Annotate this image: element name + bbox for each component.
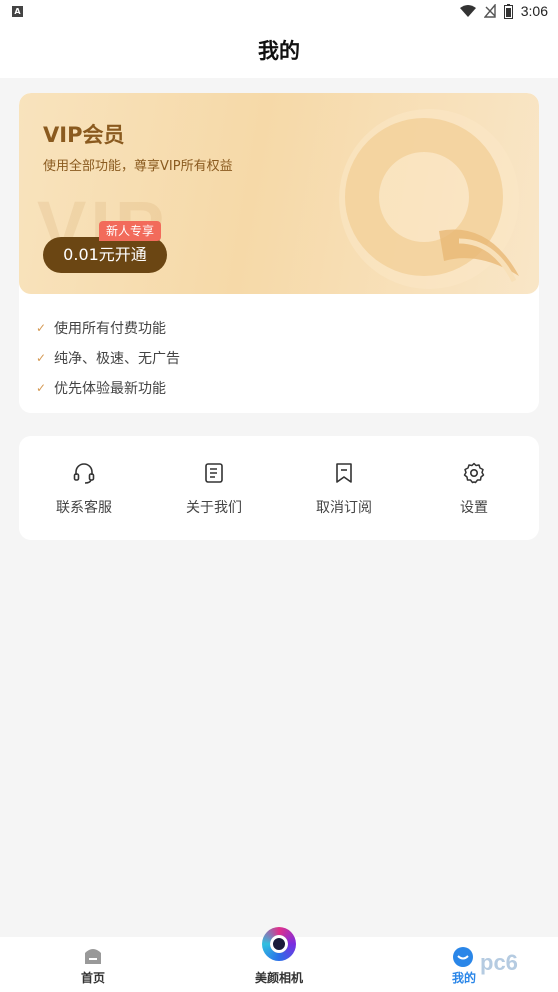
notification-a-icon: A — [12, 6, 23, 17]
vip-card: VIP VIP会员 使用全部功能，尊享VIP所有权益 0.01元开通 新人专享 … — [19, 93, 539, 413]
camera-circle-icon[interactable] — [262, 927, 296, 961]
feature-label: 使用所有付费功能 — [54, 321, 166, 337]
wifi-icon — [459, 5, 476, 17]
signal-off-icon — [483, 4, 496, 18]
check-icon: ✓ — [36, 351, 47, 365]
menu-item-settings[interactable]: 设置 — [409, 436, 539, 540]
status-bar: A 3:06 — [0, 0, 558, 24]
feature-item: ✓ 优先体验最新功能 — [36, 373, 180, 403]
feature-label: 优先体验最新功能 — [54, 381, 166, 397]
battery-icon — [503, 3, 513, 19]
vip-title: VIP会员 — [43, 123, 125, 147]
profile-icon — [453, 947, 473, 967]
headset-icon — [73, 463, 95, 484]
feature-item: ✓ 使用所有付费功能 — [36, 313, 180, 343]
q-logo-decoration — [339, 109, 519, 289]
page-title: 我的 — [258, 39, 300, 63]
menu-label: 联系客服 — [56, 500, 112, 516]
vip-subtitle: 使用全部功能，尊享VIP所有权益 — [43, 159, 233, 174]
vip-open-button[interactable]: 0.01元开通 — [43, 237, 167, 273]
menu-item-cancel-subscription[interactable]: 取消订阅 — [279, 436, 409, 540]
vip-feature-list: ✓ 使用所有付费功能 ✓ 纯净、极速、无广告 ✓ 优先体验最新功能 — [36, 313, 180, 403]
menu-item-contact-service[interactable]: 联系客服 — [19, 436, 149, 540]
watermark-logo: pc6 — [480, 950, 518, 975]
vip-banner[interactable]: VIP VIP会员 使用全部功能，尊享VIP所有权益 0.01元开通 新人专享 — [19, 93, 539, 294]
tab-label: 首页 — [80, 971, 105, 985]
status-right: 3:06 — [459, 3, 548, 19]
menu-item-about-us[interactable]: 关于我们 — [149, 436, 279, 540]
check-icon: ✓ — [36, 321, 47, 335]
bookmark-icon — [336, 463, 352, 483]
home-icon — [85, 949, 101, 964]
tab-home[interactable]: 首页 — [43, 937, 143, 992]
feature-item: ✓ 纯净、极速、无广告 — [36, 343, 180, 373]
tab-label: 美颜相机 — [254, 971, 303, 985]
feature-label: 纯净、极速、无广告 — [54, 351, 180, 367]
check-icon: ✓ — [36, 381, 47, 395]
menu-label: 设置 — [460, 500, 488, 516]
menu-card: 联系客服 关于我们 取消订阅 设置 — [19, 436, 539, 540]
document-icon — [205, 463, 223, 483]
clock: 3:06 — [520, 3, 548, 19]
menu-label: 取消订阅 — [316, 500, 372, 516]
new-user-badge: 新人专享 — [99, 221, 162, 241]
menu-label: 关于我们 — [186, 500, 242, 516]
header: 我的 — [0, 24, 558, 78]
gear-icon — [463, 462, 485, 484]
